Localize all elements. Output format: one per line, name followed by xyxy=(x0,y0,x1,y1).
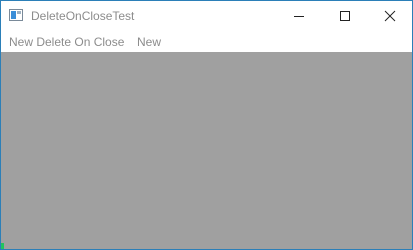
minimize-icon xyxy=(294,16,304,17)
menu-item-new[interactable]: New xyxy=(137,35,161,49)
resize-corner-marker xyxy=(1,243,4,249)
maximize-icon xyxy=(340,11,350,21)
app-window-icon xyxy=(9,9,23,21)
minimize-button[interactable] xyxy=(276,1,322,31)
close-icon xyxy=(384,10,396,22)
title-bar[interactable]: DeleteOnCloseTest xyxy=(1,1,412,31)
client-area[interactable] xyxy=(1,52,412,249)
window-title: DeleteOnCloseTest xyxy=(31,9,135,23)
maximize-button[interactable] xyxy=(322,1,368,31)
menu-bar: New Delete On Close New xyxy=(1,31,412,52)
menu-item-new-delete-on-close[interactable]: New Delete On Close xyxy=(9,35,124,49)
close-button[interactable] xyxy=(367,1,412,31)
application-window: DeleteOnCloseTest New Delete On Close Ne… xyxy=(0,0,413,250)
